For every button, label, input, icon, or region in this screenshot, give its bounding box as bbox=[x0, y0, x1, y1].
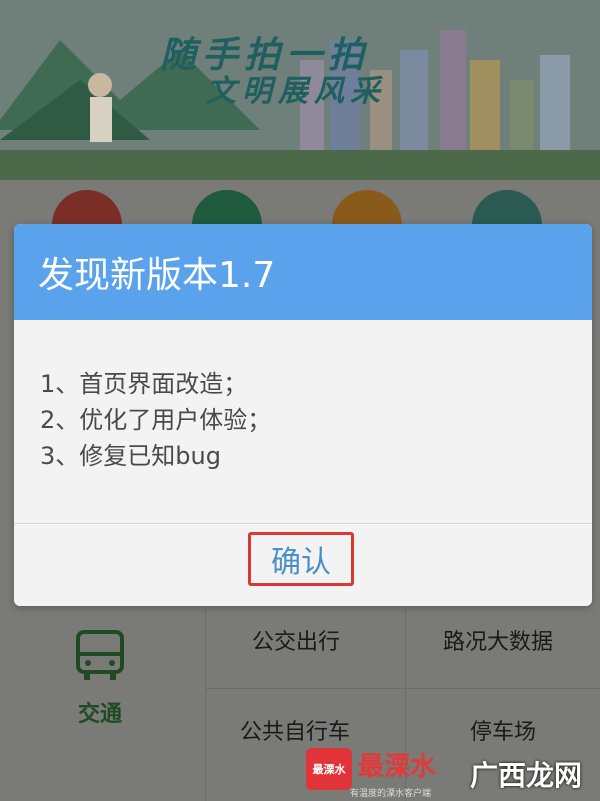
bus-icon bbox=[72, 630, 128, 682]
changelog-item: 3、修复已知bug bbox=[40, 442, 221, 470]
divider bbox=[205, 610, 206, 801]
watermark-text: 广西龙网 bbox=[470, 759, 583, 792]
banner-title-line2: 文明展风采 bbox=[206, 74, 386, 109]
watermark-text: 最溧水 bbox=[358, 752, 437, 782]
changelog-item: 1、首页界面改造； bbox=[40, 370, 248, 398]
dialog-body: 1、首页界面改造； 2、优化了用户体验； 3、修复已知bug bbox=[14, 320, 592, 524]
transport-label: 交通 bbox=[77, 702, 122, 727]
dialog-header: 发现新版本1.7 bbox=[14, 224, 592, 320]
dialog-footer: 确认 bbox=[14, 524, 592, 606]
divider bbox=[205, 688, 600, 689]
transport-section[interactable]: 交通 bbox=[50, 630, 150, 728]
changelog-item: 2、优化了用户体验； bbox=[40, 406, 272, 434]
service-traffic-data[interactable]: 路况大数据 bbox=[443, 624, 553, 656]
service-bus[interactable]: 公交出行 bbox=[252, 624, 340, 656]
dialog-title: 发现新版本1.7 bbox=[38, 255, 276, 296]
update-dialog: 发现新版本1.7 1、首页界面改造； 2、优化了用户体验； 3、修复已知bug … bbox=[14, 224, 592, 606]
service-public-bike[interactable]: 公共自行车 bbox=[240, 714, 350, 746]
watermark-subtext: 有温度的溧水客户端 bbox=[350, 789, 432, 799]
confirm-button[interactable]: 确认 bbox=[248, 532, 354, 586]
watermark-logo: 最溧水 bbox=[306, 748, 352, 790]
service-parking[interactable]: 停车场 bbox=[470, 714, 536, 746]
banner: 随手拍一拍 文明展风采 bbox=[0, 0, 600, 180]
